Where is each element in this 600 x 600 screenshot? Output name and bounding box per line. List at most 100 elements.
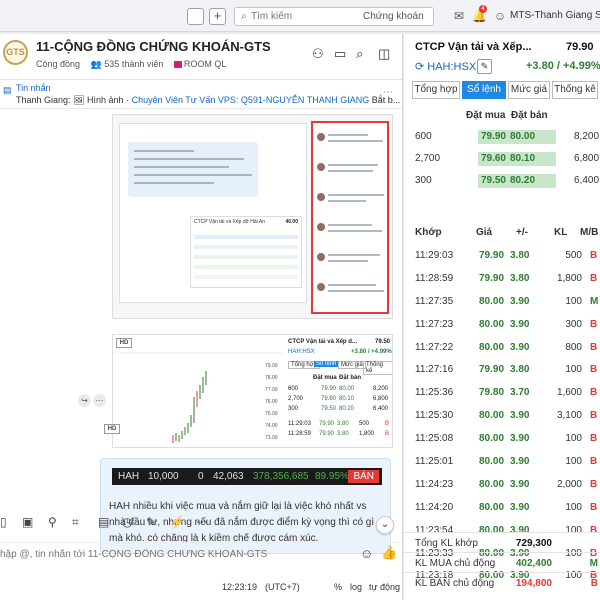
global-search[interactable]: ⌕ Tìm kiếm Chứng khoán: [234, 7, 434, 26]
image-panel-title: CTCP Vận tải và Xếp d...: [288, 339, 357, 345]
message-icon: ▤: [3, 85, 12, 95]
trade-side: B: [590, 364, 598, 376]
pinned-preview: Thanh Giang: 🖼 Hình ảnh · Chuyên Viên Tư…: [16, 95, 400, 106]
user-icon[interactable]: ☺: [494, 9, 506, 23]
room-tag[interactable]: ROOM QL: [184, 59, 227, 69]
log-link[interactable]: log: [350, 582, 362, 592]
thumbs-up-icon[interactable]: 👍: [381, 545, 397, 561]
member-count[interactable]: 535 thành viên: [104, 59, 163, 69]
col-buy-header: Đặt mua: [466, 110, 506, 121]
trade-side: B: [590, 410, 598, 422]
tab-summary[interactable]: Tổng hợp: [412, 81, 460, 99]
image-book-row: 2,700 79.60 80.10 6,800: [288, 396, 389, 402]
quick-message-icon[interactable]: ⚡: [170, 515, 185, 529]
stock-name: CTCP Vận tải và Xếp...: [415, 41, 532, 53]
notification-badge: 4: [479, 5, 487, 13]
trade-price: 79.90: [479, 250, 505, 261]
add-button[interactable]: +: [209, 8, 226, 25]
reminder-icon[interactable]: ◷: [122, 515, 132, 529]
shared-image-2[interactable]: 79.00 78.00 77.00 76.00 75.00 74.00 73.0…: [112, 334, 393, 448]
trade-price: 80.00: [479, 318, 505, 330]
col-volume-header: KL: [554, 227, 568, 238]
contact-card-icon[interactable]: ▤: [98, 515, 109, 529]
trade-price: 80.00: [479, 295, 505, 307]
window-square-button[interactable]: [187, 8, 204, 25]
more-options-icon[interactable]: ⋯: [93, 394, 106, 407]
share-icon[interactable]: ↪: [78, 394, 91, 407]
clock: 12:23:19: [222, 582, 258, 592]
trade-time: 11:24:23: [415, 478, 454, 490]
trade-side: B: [590, 318, 598, 330]
pinned-message[interactable]: ▤ Tin nhắn Thanh Giang: 🖼 Hình ảnh · Chu…: [0, 81, 402, 109]
message-input[interactable]: [0, 546, 350, 562]
trade-vol: 2,000: [556, 478, 582, 490]
trade-chg: 3.90: [510, 456, 530, 468]
compose-area: ☺ 👍: [0, 542, 402, 564]
group-type: Cộng đồng: [36, 59, 81, 69]
sidebar-toggle-icon[interactable]: ◫: [378, 46, 390, 62]
trade-side: B: [590, 501, 598, 513]
trade-time: 11:27:23: [415, 318, 454, 330]
order-book-row: 2,700 79.60 80.10 6,800: [415, 152, 600, 166]
image-col-buy: Đặt mua: [313, 375, 337, 381]
username[interactable]: MTS-Thanh Giang Stock: [510, 10, 600, 21]
stock-panel: CTCP Vận tải và Xếp... 79.90 ⟳ HAH:HSX ✎…: [404, 34, 600, 600]
pinned-title: Tin nhắn: [16, 83, 51, 93]
strip-total: 42,063: [213, 471, 244, 482]
emoji-icon[interactable]: ☺: [360, 546, 373, 561]
group-meta: Cộng đồng 👥 535 thành viên ROOM QL: [36, 59, 226, 70]
trade-chg: 3.90: [510, 318, 530, 330]
group-name[interactable]: 11-CỘNG ĐỒNG CHỨNG KHOÁN-GTS: [36, 39, 271, 54]
image-panel-symbol: HAH:HSX: [288, 349, 315, 355]
trade-vol: 1,600: [556, 387, 582, 399]
col-time-header: Khớp: [415, 227, 442, 238]
screenshot-icon[interactable]: ⌗: [72, 515, 79, 530]
compose-toolbar: ▯ ▣ ⚲ ⌗ ▤ ◷ ✎ ⚡ ⋯: [0, 512, 402, 534]
stock-symbol-text[interactable]: HAH:HSX: [427, 61, 476, 73]
image-price-chart: 79.00 78.00 77.00 76.00 75.00 74.00 73.0…: [113, 335, 283, 447]
format-icon[interactable]: ✎: [146, 515, 156, 529]
trade-vol: 800: [565, 341, 582, 353]
pinned-link[interactable]: Chuyên Viên Tư Vấn VPS: Q591-NGUYỄN THAN…: [132, 95, 370, 105]
image-tab: Mức giá: [338, 361, 366, 369]
trade-chg: 3.90: [510, 478, 530, 490]
trade-vol: 100: [565, 295, 582, 307]
tab-price-levels[interactable]: Mức giá: [508, 81, 550, 99]
image-axis-tick: 77.00: [265, 387, 278, 393]
more-icon[interactable]: ⋯: [196, 515, 208, 529]
trade-price: 80.00: [479, 433, 505, 445]
image-panel-change: +3.80 / +4.99%: [351, 349, 392, 355]
trade-side: B: [590, 456, 598, 468]
trade-chg: 3.70: [510, 387, 530, 399]
more-icon[interactable]: ⋯: [383, 87, 393, 98]
shared-image-1[interactable]: CTCP Vận tải và Xếp dỡ Hải An 40.00: [112, 114, 393, 319]
message-bubble[interactable]: HAH 10,000 0 42,063 378,356,685 89.95% B…: [100, 458, 391, 554]
trade-row: 11:25:36 79.80 3.70 1,600 B: [404, 381, 600, 404]
trade-side: B: [590, 250, 598, 261]
tab-order-book[interactable]: Sổ lệnh: [462, 81, 506, 99]
image-icon[interactable]: ▣: [22, 515, 33, 529]
image-stock-card: CTCP Vận tải và Xếp dỡ Hải An 40.00: [190, 216, 302, 288]
trade-row: 11:25:30 80.00 3.90 3,100 B: [404, 404, 600, 427]
trade-chg: 3.90: [510, 501, 530, 513]
image-axis-tick: 74.00: [265, 423, 278, 429]
video-call-icon[interactable]: ▭: [334, 46, 346, 62]
attachment-icon[interactable]: ⚲: [48, 515, 57, 529]
members-icon: 👥: [90, 59, 102, 69]
edit-icon[interactable]: ✎: [477, 59, 492, 74]
refresh-icon[interactable]: ⟳: [415, 61, 424, 73]
add-member-icon[interactable]: ⚇: [312, 46, 324, 62]
mode-toggle[interactable]: tự động: [369, 582, 400, 592]
hd-badge: HD: [104, 424, 120, 434]
chat-icon[interactable]: ✉: [454, 9, 464, 23]
tab-statistics[interactable]: Thống kê: [552, 81, 598, 99]
trade-price: 80.00: [479, 456, 505, 468]
search-scope-select[interactable]: Chứng khoán: [363, 8, 424, 25]
summary-active-buy: KL MUA chủ động 402,400 M: [404, 552, 600, 572]
group-logo: GTS: [3, 40, 28, 65]
sticker-icon[interactable]: ▯: [0, 515, 7, 529]
trade-vol: 500: [565, 250, 582, 261]
search-icon[interactable]: ⌕: [356, 46, 363, 62]
separator-icon: ·: [126, 95, 130, 105]
percent-toggle[interactable]: %: [334, 582, 342, 592]
